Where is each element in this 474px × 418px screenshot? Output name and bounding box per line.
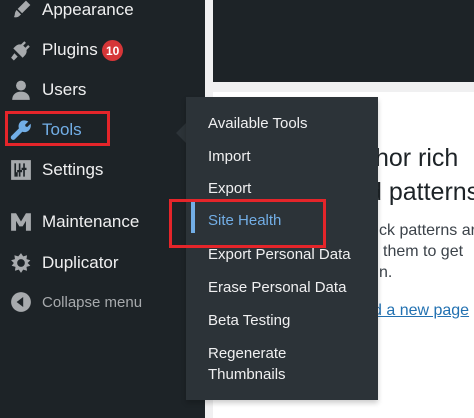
tools-submenu: Available Tools Import Export Site Healt… (186, 97, 378, 400)
duplicator-icon (10, 252, 32, 274)
sidebar-item-duplicator[interactable]: Duplicator (0, 243, 205, 283)
sidebar-item-appearance[interactable]: Appearance (0, 0, 205, 30)
sidebar-item-settings[interactable]: Settings (0, 150, 205, 190)
sidebar-item-label: Appearance (42, 0, 134, 19)
paintbrush-icon (10, 0, 32, 21)
settings-sliders-icon (10, 159, 32, 181)
add-new-page-link[interactable]: d a new page (373, 302, 469, 320)
collapse-menu-label: Collapse menu (42, 293, 143, 311)
panel-heading-line2: d patterns (368, 178, 474, 206)
sidebar-item-label: Settings (42, 160, 104, 179)
update-count-badge: 10 (102, 40, 124, 61)
panel-body-line3: n. (379, 264, 393, 281)
sidebar-item-users[interactable]: Users (0, 70, 205, 110)
sidebar-item-plugins[interactable]: Plugins 10 (0, 30, 205, 70)
submenu-item-regenerate-thumbnails-line2[interactable]: Thumbnails (208, 365, 286, 385)
sidebar-item-label: Plugins (42, 40, 98, 59)
submenu-item-export-personal-data[interactable]: Export Personal Data (208, 245, 351, 265)
users-icon (10, 79, 32, 101)
sidebar-item-label: Users (42, 80, 87, 99)
submenu-item-regenerate-thumbnails[interactable]: Regenerate (208, 344, 286, 364)
tools-highlight-box (5, 111, 110, 146)
submenu-item-available-tools[interactable]: Available Tools (208, 114, 308, 134)
sidebar-item-label: Maintenance (42, 212, 140, 231)
collapse-menu-button[interactable]: Collapse menu (0, 282, 205, 322)
panel-body-line2: them to get (383, 243, 464, 260)
plugin-icon (10, 39, 32, 61)
panel-body-line1: ck patterns ar (379, 222, 474, 239)
hero-banner (213, 0, 474, 82)
panel-heading-line1: thor rich (368, 144, 459, 172)
submenu-item-beta-testing[interactable]: Beta Testing (208, 311, 290, 331)
maintenance-m-icon (10, 211, 32, 233)
submenu-item-erase-personal-data[interactable]: Erase Personal Data (208, 278, 346, 298)
site-health-highlight-box (169, 199, 326, 248)
submenu-item-export[interactable]: Export (208, 179, 251, 199)
submenu-item-import[interactable]: Import (208, 147, 251, 167)
sidebar-item-label: Duplicator (42, 253, 119, 272)
submenu-pointer (176, 123, 186, 143)
collapse-arrow-icon (10, 291, 32, 313)
